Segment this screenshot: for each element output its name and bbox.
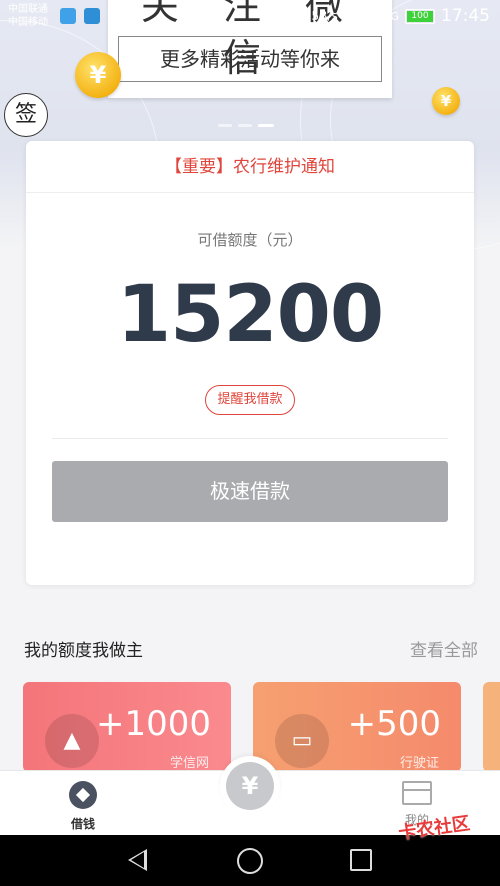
status-right: 235B/s ◠ 4G 2G 100 17:45 <box>296 6 490 26</box>
promo-subtitle: 行驶证 <box>399 756 439 771</box>
app-notification-icon <box>84 8 100 24</box>
tab-label: 借钱 <box>70 817 95 831</box>
battery-icon: 100 <box>405 8 435 24</box>
battery-level: 100 <box>407 10 433 22</box>
poster-subtitle: 更多精彩活动等你来 <box>118 36 382 82</box>
signal-1: 4G <box>361 9 378 23</box>
carrier-2: 中国移动 <box>8 17 48 28</box>
promo-card-education[interactable]: ▲ +1000 学信网 <box>23 682 231 772</box>
banner-page-indicator <box>218 124 274 127</box>
loan-card: 【重要】农行维护通知 可借额度（元） 15200 提醒我借款 极速借款 <box>26 141 474 585</box>
carrier-labels: 中国联通 中国移动 <box>8 3 48 29</box>
wifi-icon: ◠ <box>343 8 356 24</box>
promo-amount: +500 <box>347 704 441 744</box>
carrier-1: 中国联通 <box>8 4 48 15</box>
promo-subtitle: 学信网 <box>169 756 209 771</box>
notification-icon <box>60 8 76 24</box>
car-icon: ▭ <box>275 714 329 768</box>
coin-icon: ¥ <box>432 87 460 115</box>
graduation-cap-icon: ▲ <box>45 714 99 768</box>
recent-apps-icon[interactable] <box>350 849 372 871</box>
coin-icon: ¥ <box>75 52 121 98</box>
profile-card-icon <box>402 781 432 805</box>
quota-value: 15200 <box>116 270 384 360</box>
section-title: 我的额度我做主 <box>24 641 143 661</box>
promo-card-vehicle[interactable]: ▭ +500 行驶证 <box>253 682 461 772</box>
net-speed: 235B/s <box>296 9 338 23</box>
tab-borrow[interactable]: 借钱 <box>38 771 128 832</box>
sign-in-button[interactable]: 签 <box>4 93 48 137</box>
center-action-button[interactable]: ¥ <box>220 756 280 816</box>
promo-card-partial[interactable] <box>483 682 500 772</box>
divider <box>52 438 448 439</box>
borrow-tab-icon <box>69 781 97 809</box>
maintenance-notice[interactable]: 【重要】农行维护通知 <box>26 141 474 193</box>
page-dot-active <box>258 124 274 127</box>
remind-me-button[interactable]: 提醒我借款 <box>205 385 295 415</box>
quota-label: 可借额度（元） <box>197 231 303 249</box>
back-icon[interactable] <box>128 849 147 871</box>
clock: 17:45 <box>441 6 490 26</box>
quick-borrow-button[interactable]: 极速借款 <box>52 461 448 522</box>
page-dot <box>238 124 252 127</box>
page-dot <box>218 124 232 127</box>
promo-amount: +1000 <box>95 704 211 744</box>
status-bar: 中国联通 中国移动 235B/s ◠ 4G 2G 100 17:45 <box>0 0 500 34</box>
yen-icon: ¥ <box>226 762 274 810</box>
signal-2: 2G <box>383 9 399 23</box>
view-all-link[interactable]: 查看全部 <box>410 636 478 661</box>
home-icon[interactable] <box>237 848 263 874</box>
system-nav-bar <box>0 835 500 886</box>
